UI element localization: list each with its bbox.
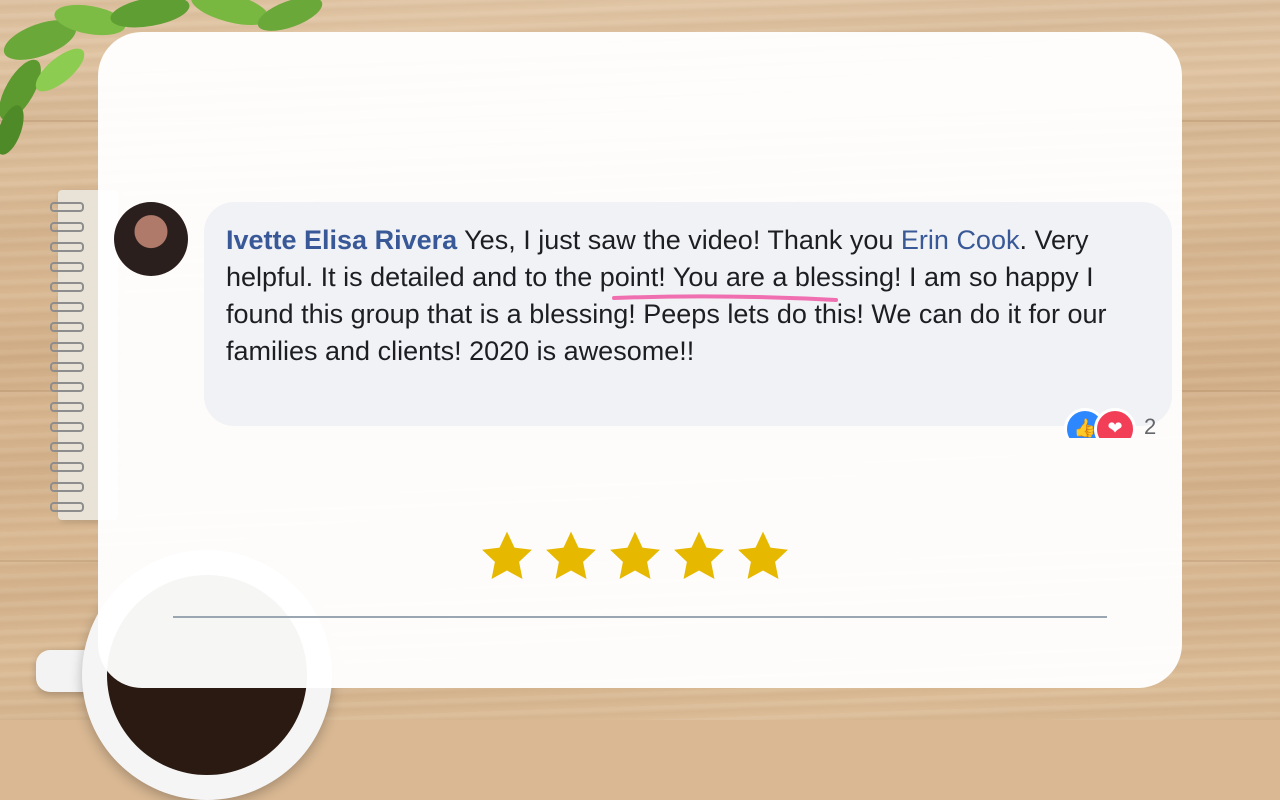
highlight-underline (612, 294, 838, 302)
notebook-spiral (50, 362, 84, 372)
star-icon (738, 531, 788, 579)
notebook-spiral (50, 382, 84, 392)
notebook-spiral (50, 482, 84, 492)
star-icon (674, 531, 724, 579)
notebook-spiral (50, 322, 84, 332)
heart-icon: ❤ (1094, 408, 1136, 438)
star-icon (482, 531, 532, 579)
comment-body-part: Yes, I just saw the video! Thank you (457, 225, 901, 255)
star-rating (478, 528, 798, 588)
notebook-spiral (50, 262, 84, 272)
avatar[interactable] (114, 202, 188, 276)
notebook-spiral (50, 282, 84, 292)
notebook-spiral (50, 462, 84, 472)
star-icon (546, 531, 596, 579)
notebook-spiral (50, 442, 84, 452)
divider (173, 616, 1107, 618)
notebook-spiral (50, 302, 84, 312)
comment-author[interactable]: Ivette Elisa Rivera (226, 225, 457, 255)
notebook-spiral (50, 502, 84, 512)
notebook-spiral (50, 402, 84, 412)
notebook-spiral (50, 242, 84, 252)
notebook-spiral (50, 342, 84, 352)
comment-mention[interactable]: Erin Cook (901, 225, 1020, 255)
reactions-summary[interactable]: 👍 ❤ 2 (1060, 404, 1170, 438)
notebook-spiral (50, 202, 84, 212)
star-icon (610, 531, 660, 579)
notebook-spiral (50, 222, 84, 232)
reaction-count: 2 (1144, 414, 1157, 438)
notebook-spiral (50, 422, 84, 432)
